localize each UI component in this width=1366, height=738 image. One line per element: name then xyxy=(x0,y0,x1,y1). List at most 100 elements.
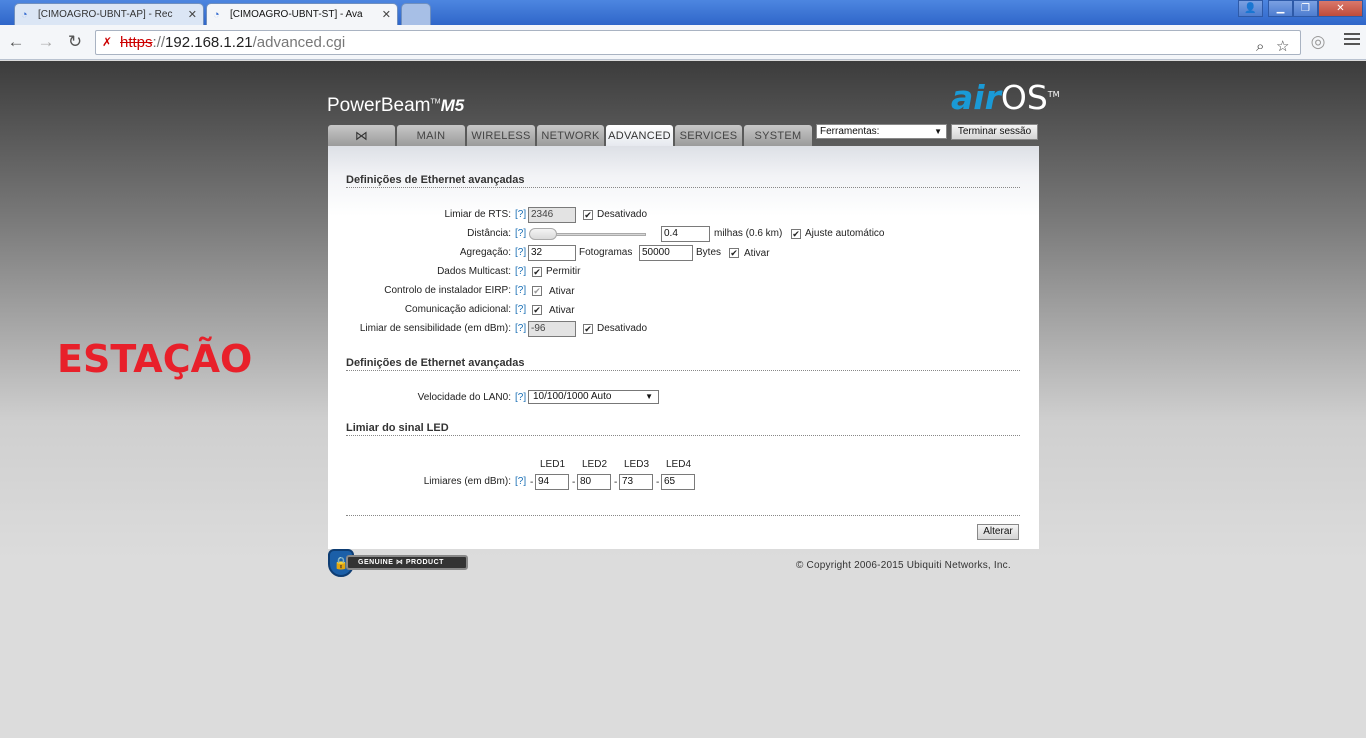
distance-label: Distância: xyxy=(467,228,511,239)
product-text: PRODUCT xyxy=(405,559,444,566)
genuine-text: GENUINE xyxy=(358,559,394,566)
tab-wireless[interactable]: WIRELESS xyxy=(467,125,535,146)
extra-comm-checkbox[interactable]: ✔ xyxy=(532,305,542,315)
close-icon[interactable]: ✕ xyxy=(188,8,197,21)
led1-input[interactable]: 94 xyxy=(535,474,569,490)
url-host: 192.168.1.21 xyxy=(165,34,253,51)
sensitivity-label: Limiar de sensibilidade (em dBm): xyxy=(359,323,511,334)
address-bar[interactable]: ✗ https://192.168.1.21/advanced.cgi ⌕ ☆ xyxy=(95,30,1301,55)
rts-label: Limiar de RTS: xyxy=(444,209,511,220)
help-link[interactable]: [?] xyxy=(515,247,526,258)
settings-panel: Definições de Ethernet avançadas Limiar … xyxy=(328,146,1039,549)
dash: - xyxy=(530,477,534,488)
eirp-label: Controlo de instalador EIRP: xyxy=(384,285,511,296)
user-profile-icon[interactable]: 👤 xyxy=(1238,0,1263,17)
back-arrow-icon[interactable]: ← xyxy=(5,31,27,53)
section-title-led: Limiar do sinal LED xyxy=(346,422,449,434)
brand-model: M5 xyxy=(440,96,465,115)
section-divider xyxy=(346,435,1020,436)
led3-header: LED3 xyxy=(624,459,650,470)
minimize-icon[interactable]: ▁ xyxy=(1268,0,1293,17)
help-link[interactable]: [?] xyxy=(515,392,526,403)
reload-icon[interactable]: ↻ xyxy=(64,31,86,53)
led4-header: LED4 xyxy=(666,459,692,470)
main-navigation: ⋈ MAIN WIRELESS NETWORK ADVANCED SERVICE… xyxy=(328,125,814,146)
help-link[interactable]: [?] xyxy=(515,323,526,334)
help-link[interactable]: [?] xyxy=(515,228,526,239)
station-label: ESTAÇÃO xyxy=(57,337,253,381)
browser-tab-ap[interactable]: ◔ [CIMOAGRO-UBNT-AP] - Rec ✕ xyxy=(14,3,204,25)
multicast-label: Dados Multicast: xyxy=(437,266,511,277)
bytes-label: Bytes xyxy=(696,247,722,258)
distance-slider-handle[interactable] xyxy=(529,228,557,240)
brand-name: PowerBeam xyxy=(327,95,431,116)
ubiquiti-logo-tab[interactable]: ⋈ xyxy=(328,125,395,146)
insecure-lock-icon: ✗ xyxy=(102,35,113,49)
tab-title: [CIMOAGRO-UBNT-ST] - Ava xyxy=(230,9,363,20)
url-separator: :// xyxy=(152,34,166,51)
tab-system[interactable]: SYSTEM xyxy=(744,125,812,146)
led-thresholds-label: Limiares (em dBm): xyxy=(423,476,511,487)
restore-icon[interactable]: ❐ xyxy=(1293,0,1318,17)
auto-adjust-checkbox[interactable]: ✔ xyxy=(791,229,801,239)
tab-network[interactable]: NETWORK xyxy=(537,125,604,146)
browser-titlebar: ◔ [CIMOAGRO-UBNT-AP] - Rec ✕ ◔ [CIMOAGRO… xyxy=(0,0,1366,25)
aggregation-enable-label: Ativar xyxy=(744,248,770,259)
rts-disabled-checkbox[interactable]: ✔ xyxy=(583,210,593,220)
help-link[interactable]: [?] xyxy=(515,476,526,487)
tools-dropdown[interactable]: Ferramentas: ▼ xyxy=(816,124,947,139)
led3-input[interactable]: 73 xyxy=(619,474,653,490)
rts-disabled-label: Desativado xyxy=(597,209,648,220)
sensitivity-disabled-label: Desativado xyxy=(597,323,648,334)
distance-input[interactable]: 0.4 xyxy=(661,226,710,242)
logo-air: air xyxy=(951,78,1001,117)
led4-input[interactable]: 65 xyxy=(661,474,695,490)
hamburger-menu-icon[interactable] xyxy=(1344,33,1360,48)
wifi-icon: ◔ xyxy=(21,8,28,21)
genuine-product-badge: 🔒 GENUINE ⋈ PRODUCT xyxy=(328,549,470,577)
page-background: ESTAÇÃO PowerBeamTMM5 airOSTM ⋈ MAIN WIR… xyxy=(0,61,1366,738)
aggregation-label: Agregação: xyxy=(459,247,511,258)
eirp-enable-label: Ativar xyxy=(549,286,575,297)
aggregation-enable-checkbox[interactable]: ✔ xyxy=(729,248,739,258)
forward-arrow-icon[interactable]: → xyxy=(35,31,57,53)
logout-button[interactable]: Terminar sessão xyxy=(951,124,1038,140)
help-link[interactable]: [?] xyxy=(515,209,526,220)
star-icon[interactable]: ☆ xyxy=(1276,35,1289,58)
close-icon[interactable]: ✕ xyxy=(382,8,391,21)
apply-button[interactable]: Alterar xyxy=(977,524,1019,540)
ubiquiti-mark-icon: ⋈ xyxy=(395,559,404,566)
new-tab-button[interactable] xyxy=(401,3,431,25)
help-link[interactable]: [?] xyxy=(515,304,526,315)
section-divider xyxy=(346,515,1020,516)
eirp-enable-checkbox[interactable]: ✔ xyxy=(532,286,542,296)
url-scheme: https xyxy=(120,34,153,51)
section-divider xyxy=(346,187,1020,188)
tools-dropdown-value: Ferramentas: xyxy=(820,126,880,137)
help-link[interactable]: [?] xyxy=(515,285,526,296)
extra-comm-label: Comunicação adicional: xyxy=(404,304,511,315)
help-link[interactable]: [?] xyxy=(515,266,526,277)
tab-main[interactable]: MAIN xyxy=(397,125,465,146)
tab-advanced[interactable]: ADVANCED xyxy=(606,125,673,146)
sensitivity-input[interactable]: -96 xyxy=(528,321,576,337)
browser-toolbar: ← → ↻ ✗ https://192.168.1.21/advanced.cg… xyxy=(0,25,1366,60)
rts-input[interactable]: 2346 xyxy=(528,207,576,223)
lan-speed-select[interactable]: 10/100/1000 Auto ▼ xyxy=(528,390,659,404)
tab-services[interactable]: SERVICES xyxy=(675,125,742,146)
multicast-allow-checkbox[interactable]: ✔ xyxy=(532,267,542,277)
lan-speed-label: Velocidade do LAN0: xyxy=(417,392,511,403)
close-window-icon[interactable]: ✕ xyxy=(1318,0,1363,17)
dropdown-arrow-icon: ▼ xyxy=(934,127,942,136)
extension-icon[interactable]: ◎ xyxy=(1307,31,1329,53)
browser-tab-st[interactable]: ◔ [CIMOAGRO-UBNT-ST] - Ava ✕ xyxy=(206,3,398,25)
aggregation-bytes-input[interactable]: 50000 xyxy=(639,245,693,261)
aggregation-frames-input[interactable]: 32 xyxy=(528,245,576,261)
sensitivity-disabled-checkbox[interactable]: ✔ xyxy=(583,324,593,334)
led2-input[interactable]: 80 xyxy=(577,474,611,490)
magnifier-icon[interactable]: ⌕ xyxy=(1256,35,1264,58)
tab-title: [CIMOAGRO-UBNT-AP] - Rec xyxy=(38,9,173,20)
logo-os: OS xyxy=(1000,78,1048,117)
dropdown-arrow-icon: ▼ xyxy=(645,392,653,401)
wifi-icon: ◔ xyxy=(213,8,220,21)
